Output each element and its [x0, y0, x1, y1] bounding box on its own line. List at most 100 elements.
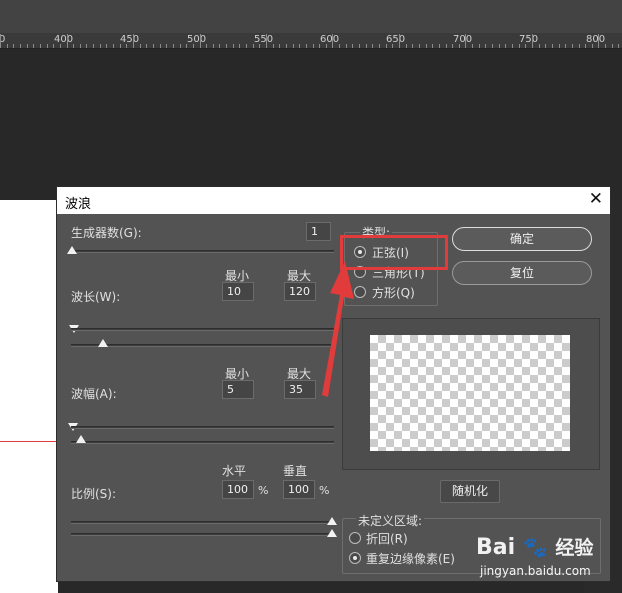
paw-icon: 🐾: [522, 535, 548, 559]
ruler-label: 550: [254, 34, 274, 45]
ruler-tick: [485, 44, 486, 48]
ruler-label: 600: [320, 34, 340, 45]
ruler-tick: [126, 44, 127, 48]
ruler-tick: [253, 44, 254, 48]
ruler-tick: [492, 44, 493, 48]
ruler-label: 400: [54, 34, 74, 45]
wrap-around-radio[interactable]: [349, 532, 361, 544]
dialog-title: 波浪: [65, 197, 92, 212]
ruler-tick: [525, 44, 526, 48]
ruler-tick: [592, 44, 593, 48]
ruler-tick: [73, 44, 74, 48]
amplitude-max-track[interactable]: [71, 441, 334, 444]
ruler-tick: [612, 44, 613, 48]
ruler-tick: [193, 44, 194, 48]
ruler-tick: [120, 44, 121, 48]
scale-vertical-thumb[interactable]: [327, 529, 337, 537]
ruler-tick: [319, 44, 320, 48]
scale-horizontal-thumb[interactable]: [327, 517, 337, 525]
amplitude-min-input[interactable]: 5: [222, 380, 254, 399]
scale-label: 比例(S):: [71, 487, 117, 501]
preview-image: [370, 335, 570, 451]
wavelength-min-track[interactable]: [71, 328, 334, 331]
ruler-tick: [219, 44, 220, 48]
scale-vertical-input[interactable]: 100: [283, 480, 315, 499]
ruler-tick: [33, 44, 34, 48]
wavelength-min-input[interactable]: 10: [222, 282, 254, 301]
ruler-tick: [266, 34, 267, 48]
ruler-tick: [432, 44, 433, 48]
ruler-tick: [386, 44, 387, 48]
ruler-tick: [180, 44, 181, 48]
watermark-brand-text: Bai: [476, 535, 516, 560]
ruler-tick: [565, 44, 566, 48]
ruler-tick: [133, 34, 134, 48]
ruler-tick: [446, 44, 447, 48]
repeat-edge-pixels-label[interactable]: 重复边缘像素(E): [366, 550, 455, 567]
ruler-tick: [366, 44, 367, 48]
ruler-tick: [299, 44, 300, 48]
ruler-tick: [359, 44, 360, 48]
app-options-bar: [0, 0, 622, 34]
ruler-tick: [552, 44, 553, 48]
ruler-tick: [412, 44, 413, 48]
ruler-tick: [0, 34, 1, 48]
ruler-tick: [339, 44, 340, 48]
scale-horizontal-track[interactable]: [71, 521, 334, 524]
ruler-tick: [532, 34, 533, 48]
amplitude-max-thumb[interactable]: [76, 435, 86, 443]
ruler-tick: [173, 44, 174, 48]
generators-slider-thumb[interactable]: [67, 246, 77, 254]
ruler-tick: [106, 44, 107, 48]
generators-input[interactable]: 1: [306, 222, 331, 241]
ruler-tick: [273, 44, 274, 48]
ruler-tick: [259, 44, 260, 48]
ruler-tick: [279, 44, 280, 48]
ruler-tick: [166, 44, 167, 48]
ruler-tick: [239, 44, 240, 48]
reset-button[interactable]: 复位: [452, 261, 592, 285]
ruler-tick: [206, 44, 207, 48]
ruler-tick: [20, 44, 21, 48]
ruler-tick: [372, 44, 373, 48]
ruler-tick: [605, 44, 606, 48]
scale-vertical-track[interactable]: [71, 533, 334, 536]
ruler-tick: [499, 44, 500, 48]
generators-slider-track[interactable]: [69, 250, 334, 253]
ruler-tick: [160, 44, 161, 48]
ruler-tick: [226, 44, 227, 48]
wavelength-max-track[interactable]: [71, 344, 334, 347]
ruler-tick: [332, 34, 333, 48]
watermark-url: jingyan.baidu.com: [480, 564, 591, 578]
scale-horizontal-input[interactable]: 100: [222, 480, 254, 499]
ok-button[interactable]: 确定: [452, 227, 592, 251]
ruler-tick: [539, 44, 540, 48]
ruler-tick: [585, 44, 586, 48]
ruler-tick: [439, 44, 440, 48]
type-square-label[interactable]: 方形(Q): [372, 284, 415, 301]
dialog-titlebar: 波浪 ✕: [57, 187, 610, 214]
ruler-tick: [146, 44, 147, 48]
ruler-tick: [505, 44, 506, 48]
ruler-label: 800: [586, 34, 606, 45]
ruler-tick: [313, 44, 314, 48]
document-canvas: [0, 200, 58, 593]
ruler-tick: [352, 44, 353, 48]
ruler-tick: [559, 44, 560, 48]
ruler-label: 500: [187, 34, 207, 45]
generators-label: 生成器数(G):: [71, 226, 142, 240]
ruler-tick: [233, 44, 234, 48]
wavelength-max-thumb[interactable]: [98, 339, 108, 347]
ruler-tick: [47, 44, 48, 48]
ruler-tick: [100, 44, 101, 48]
ruler-tick: [452, 44, 453, 48]
wrap-around-label[interactable]: 折回(R): [366, 530, 408, 547]
ruler-tick: [519, 44, 520, 48]
amplitude-min-track[interactable]: [71, 426, 334, 429]
close-icon[interactable]: ✕: [589, 189, 603, 209]
ruler-tick: [186, 44, 187, 48]
repeat-edge-pixels-radio[interactable]: [349, 552, 361, 564]
ruler-tick: [346, 44, 347, 48]
randomize-button[interactable]: 随机化: [440, 480, 500, 503]
ruler-tick: [293, 44, 294, 48]
